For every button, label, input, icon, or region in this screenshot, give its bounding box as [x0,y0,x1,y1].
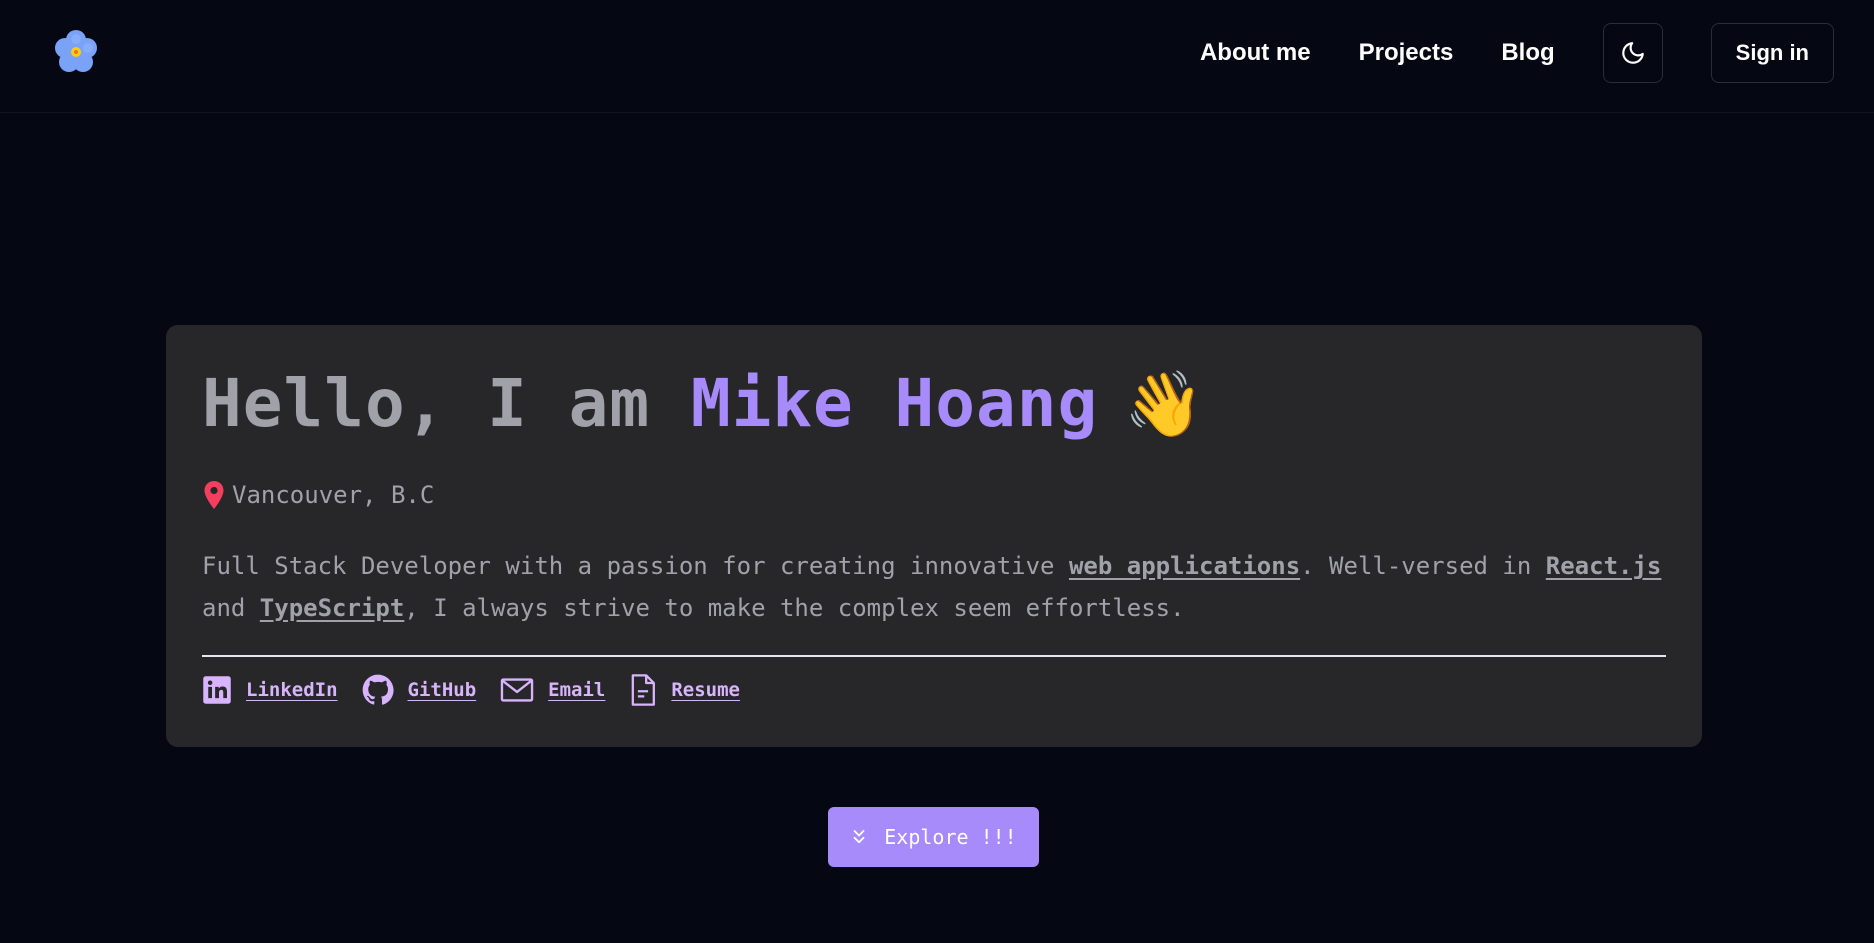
linkedin-icon [203,676,231,704]
reactjs-link[interactable]: React.js [1546,552,1662,580]
logo-flower-icon[interactable] [52,28,100,76]
site-header: About me Projects Blog Sign in [0,0,1874,113]
hero-name: Mike Hoang [690,365,1099,442]
bio-part: Full Stack Developer with a passion for … [202,552,1069,580]
github-link[interactable]: GitHub [362,674,477,706]
nav-about-me[interactable]: About me [1200,39,1311,67]
main-nav: About me Projects Blog Sign in [1200,23,1834,83]
resume-label: Resume [671,679,740,701]
sign-in-button[interactable]: Sign in [1710,23,1834,83]
explore-label: Explore !!! [884,825,1017,849]
moon-icon [1621,42,1644,64]
chevrons-down-icon [853,830,865,844]
hero-title: Hello, I am Mike Hoang 👋 [202,365,1205,442]
linkedin-link[interactable]: LinkedIn [202,675,338,705]
email-label: Email [548,679,606,701]
location-text: Vancouver, B.C [232,481,435,509]
github-label: GitHub [407,679,477,701]
wave-emoji: 👋 [1124,368,1205,442]
github-icon [362,674,394,705]
mail-icon [500,678,534,702]
linkedin-label: LinkedIn [246,679,338,701]
location: Vancouver, B.C [202,480,434,510]
resume-link[interactable]: Resume [629,673,740,707]
typescript-link[interactable]: TypeScript [260,594,405,622]
greeting-text: Hello, I am [202,365,691,442]
bio-text: Full Stack Developer with a passion for … [202,545,1672,629]
explore-button[interactable]: Explore !!! [828,807,1039,867]
social-links: LinkedIn GitHub Email Resume [202,673,764,707]
divider [202,655,1666,657]
bio-part: . Well-versed in [1300,552,1546,580]
email-link[interactable]: Email [500,675,605,705]
web-applications-link[interactable]: web applications [1069,552,1300,580]
bio-part: , I always strive to make the complex se… [404,594,1185,622]
map-pin-icon [204,481,224,509]
nav-blog[interactable]: Blog [1501,39,1554,67]
bio-part: and [202,594,260,622]
document-icon [632,674,656,706]
nav-projects[interactable]: Projects [1359,39,1454,67]
theme-toggle-button[interactable] [1602,23,1663,83]
intro-card: Hello, I am Mike Hoang 👋 Vancouver, B.C F… [166,325,1702,747]
